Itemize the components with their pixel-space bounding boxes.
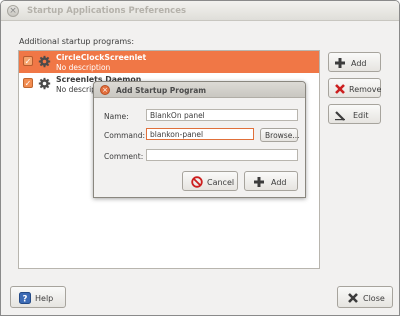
window-title: Startup Applications Preferences (27, 6, 187, 16)
plus-icon (335, 58, 345, 68)
browse-label: Browse... (265, 131, 300, 140)
add-label: Add (351, 59, 367, 68)
name-field[interactable]: BlankOn panel (146, 109, 298, 121)
plus-icon (254, 177, 264, 187)
enabled-checkbox[interactable]: ✓ (23, 78, 33, 88)
browse-button[interactable]: Browse... (260, 128, 300, 142)
remove-program-button[interactable]: Remove (328, 78, 381, 98)
dialog-title-bar: × Add Startup Program (94, 82, 305, 98)
comment-field[interactable] (146, 149, 298, 161)
cancel-button[interactable]: Cancel (182, 171, 238, 191)
cancel-label: Cancel (207, 178, 235, 187)
remove-x-icon (335, 84, 345, 94)
close-label: Close (363, 294, 385, 303)
gear-icon (38, 77, 51, 90)
startup-preferences-window: × Startup Applications Preferences Addit… (0, 0, 400, 316)
svg-text:?: ? (23, 294, 28, 304)
program-title: CircleClockScreenlet (56, 53, 147, 62)
add-startup-program-dialog: × Add Startup Program Name: BlankOn pane… (93, 81, 306, 198)
list-item[interactable]: ✓ CircleClockScreenlet No description (19, 51, 319, 73)
close-icon: × (9, 6, 17, 16)
command-label: Command: (104, 131, 146, 140)
help-button[interactable]: ? Help (10, 286, 66, 308)
edit-label: Edit (353, 111, 369, 120)
enabled-checkbox[interactable]: ✓ (23, 56, 33, 66)
close-icon (348, 293, 358, 303)
close-button[interactable]: Close (337, 286, 393, 308)
window-close-button[interactable]: × (7, 5, 19, 17)
title-bar: × Startup Applications Preferences (1, 1, 399, 21)
program-description: No description (56, 63, 111, 72)
section-label: Additional startup programs: (19, 37, 135, 46)
cancel-icon (191, 176, 203, 188)
dialog-close-button[interactable]: × (100, 85, 110, 95)
comment-label: Comment: (104, 152, 144, 161)
dialog-title: Add Startup Program (116, 86, 207, 95)
help-icon: ? (19, 292, 31, 304)
add-program-button[interactable]: Add (328, 52, 381, 72)
gear-icon (38, 55, 51, 68)
edit-program-button[interactable]: Edit (328, 104, 381, 124)
dialog-add-button[interactable]: Add (244, 171, 298, 191)
edit-pencil-icon (335, 111, 345, 121)
name-label: Name: (104, 112, 129, 121)
dialog-add-label: Add (271, 178, 287, 187)
close-icon: × (102, 86, 108, 94)
help-label: Help (35, 294, 54, 303)
remove-label: Remove (349, 85, 382, 94)
command-field[interactable]: blankon-panel (146, 128, 254, 140)
